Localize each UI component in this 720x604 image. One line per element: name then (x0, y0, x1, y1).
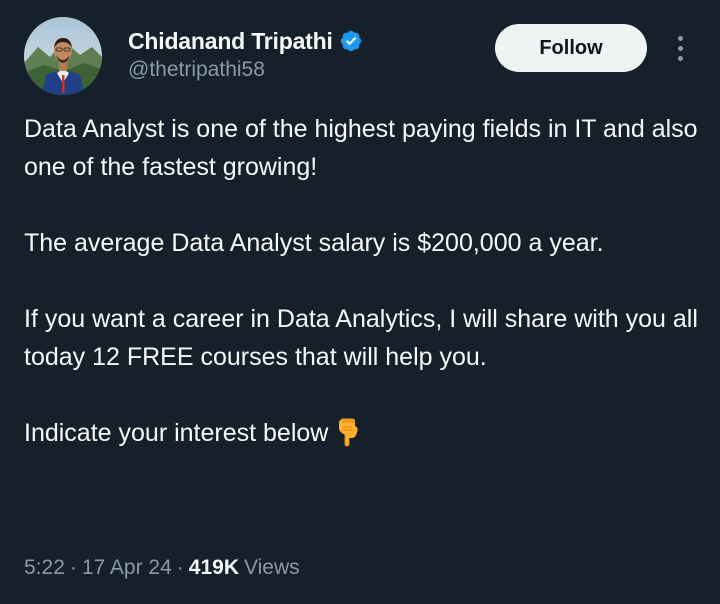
tweet-text: Data Analyst is one of the highest payin… (24, 110, 704, 452)
more-dot (677, 45, 683, 51)
tweet-time[interactable]: 5:22 (24, 556, 65, 580)
tweet-paragraph-last: Indicate your interest below (24, 414, 704, 452)
more-dot (677, 35, 683, 41)
views-count[interactable]: 419K (189, 556, 239, 580)
author-name-row: Chidanand Tripathi (128, 26, 363, 56)
meta-separator: · (69, 556, 77, 579)
views-label[interactable]: Views (244, 556, 300, 580)
more-options-icon[interactable] (668, 30, 692, 66)
tweet-meta: 5:22 · 17 Apr 24 · 419K Views (24, 556, 300, 580)
tweet-paragraph: The average Data Analyst salary is $200,… (24, 229, 604, 257)
tweet-paragraph-text: Indicate your interest below (24, 419, 329, 447)
pointing-down-hand-emoji (332, 417, 362, 447)
tweet-card: Chidanand Tripathi @thetripathi58 Follow… (0, 0, 720, 604)
display-name[interactable]: Chidanand Tripathi (128, 28, 333, 55)
tweet-paragraph: If you want a career in Data Analytics, … (24, 305, 698, 371)
tweet-date[interactable]: 17 Apr 24 (82, 556, 172, 580)
author-handle[interactable]: @thetripathi58 (128, 58, 265, 82)
verified-badge-icon[interactable] (339, 29, 363, 53)
avatar-image (24, 17, 102, 95)
more-dot (677, 55, 683, 61)
tweet-paragraph: Data Analyst is one of the highest payin… (24, 115, 698, 181)
follow-button[interactable]: Follow (495, 24, 647, 72)
avatar[interactable] (24, 17, 102, 95)
meta-separator: · (176, 556, 184, 579)
